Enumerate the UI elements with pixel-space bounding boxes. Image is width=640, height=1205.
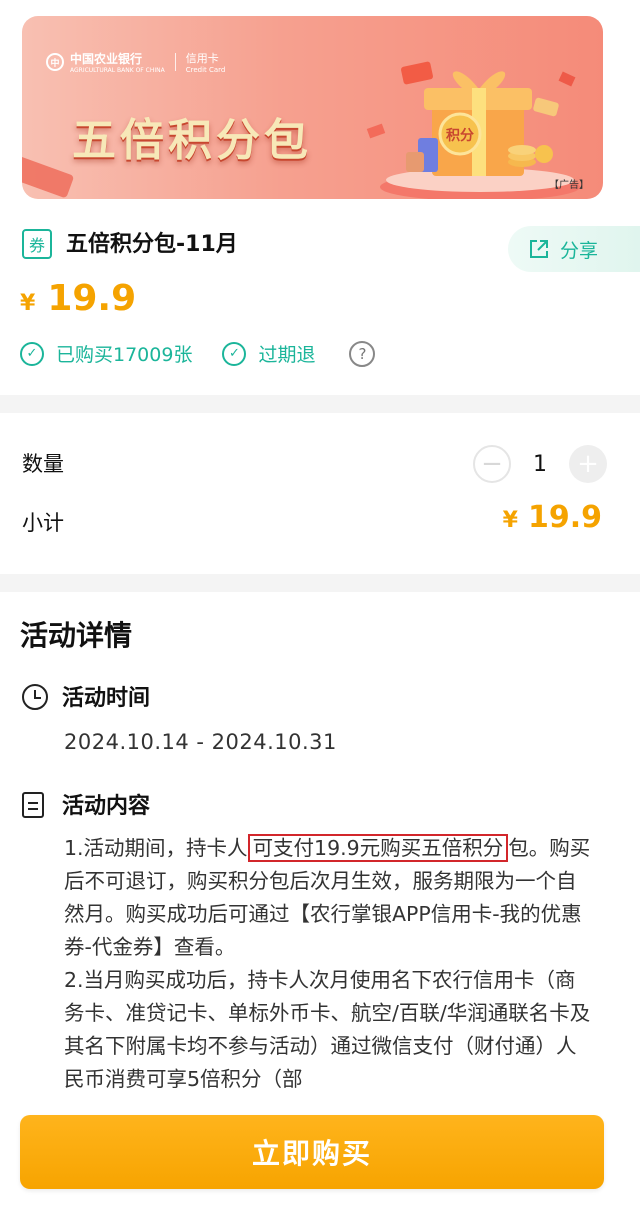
subtotal-label: 小计 xyxy=(22,511,64,535)
promo-banner[interactable]: 中 中国农业银行 AGRICULTURAL BANK OF CHINA 信用卡 … xyxy=(22,16,603,199)
content-item-1: 1.活动期间，持卡人 可支付19.9元购买五倍积分 包。购买后不可退订，购买积分包后… xyxy=(64,832,594,964)
product-tags: ✓ 已购买17009张 ✓ 过期退 ? xyxy=(20,340,376,367)
banner-ribbon xyxy=(22,155,75,199)
gift-label: 积分 xyxy=(446,127,474,144)
highlight-box: 可支付19.9元购买五倍积分 xyxy=(247,834,509,862)
increase-button[interactable]: + xyxy=(569,445,607,483)
share-icon xyxy=(530,240,548,258)
tag-label: 已购买17009张 xyxy=(56,344,193,366)
bank-logo: 中 中国农业银行 AGRICULTURAL BANK OF CHINA 信用卡 … xyxy=(46,50,225,74)
bank-name-en: AGRICULTURAL BANK OF CHINA xyxy=(70,67,165,74)
quantity-label: 数量 xyxy=(22,452,64,476)
subtotal-currency: ¥ xyxy=(502,508,518,533)
quantity-value: 1 xyxy=(533,451,547,477)
product-title: 五倍积分包-11月 xyxy=(66,232,238,257)
time-heading: 活动时间 xyxy=(62,686,151,711)
card-type: 信用卡 xyxy=(185,52,219,65)
tag-refund: ✓ 过期退 xyxy=(222,340,315,367)
document-icon xyxy=(22,792,44,818)
abc-logo-icon: 中 xyxy=(46,53,64,71)
share-label: 分享 xyxy=(560,239,599,262)
tag-label: 过期退 xyxy=(258,344,316,366)
quantity-stepper: − 1 + xyxy=(473,445,607,483)
logo-divider xyxy=(174,53,176,71)
section-divider xyxy=(0,395,640,413)
section-divider xyxy=(0,574,640,592)
price: ¥ 19.9 xyxy=(20,278,136,319)
share-button[interactable]: 分享 xyxy=(508,226,640,272)
check-circle-icon: ✓ xyxy=(20,341,44,366)
content-heading: 活动内容 xyxy=(62,794,151,819)
price-value: 19.9 xyxy=(47,278,137,319)
clock-icon xyxy=(22,684,48,710)
details-title: 活动详情 xyxy=(20,619,133,652)
ad-tag: 【广告】 xyxy=(549,180,589,191)
price-currency: ¥ xyxy=(20,291,36,316)
check-circle-icon: ✓ xyxy=(222,341,247,366)
bank-name: 中国农业银行 xyxy=(70,52,143,66)
time-range: 2024.10.14 - 2024.10.31 xyxy=(64,730,337,754)
content-before: 1.活动期间，持卡人 xyxy=(64,836,248,860)
subtotal-value: 19.9 xyxy=(527,500,602,535)
content-item-2: 2.当月购买成功后，持卡人次月使用名下农行信用卡（商务卡、准贷记卡、单标外币卡、… xyxy=(64,968,591,1091)
card-type-en: Credit Card xyxy=(185,66,226,74)
decrease-button[interactable]: − xyxy=(473,445,511,483)
coupon-badge-icon: 券 xyxy=(22,229,52,259)
buy-now-button[interactable]: 立即购买 xyxy=(20,1115,604,1189)
activity-content: 1.活动期间，持卡人 可支付19.9元购买五倍积分 包。购买后不可退订，购买积分包后… xyxy=(64,832,594,1096)
banner-title: 五倍积分包 xyxy=(72,115,312,166)
subtotal: ¥ 19.9 xyxy=(503,500,602,535)
help-icon[interactable]: ? xyxy=(349,340,376,367)
tag-purchased: ✓ 已购买17009张 xyxy=(20,340,192,367)
